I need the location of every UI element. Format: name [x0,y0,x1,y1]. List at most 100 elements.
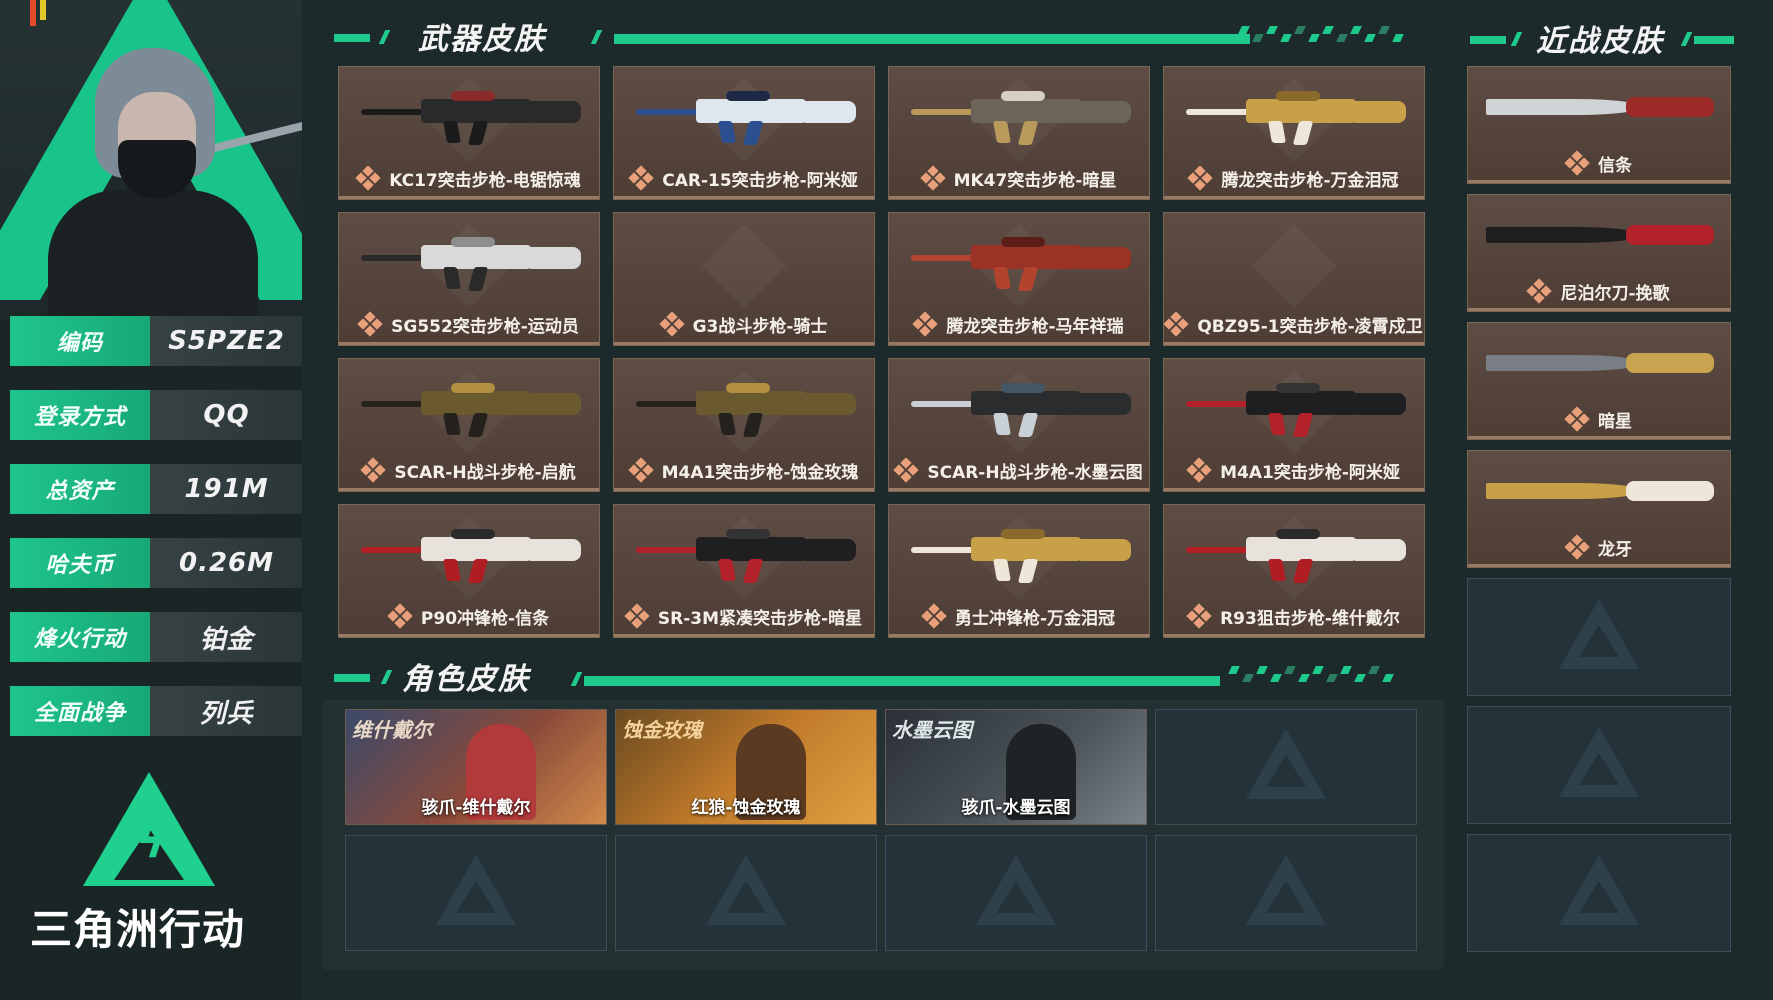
weapon-image [911,91,1131,145]
weapon-skin-card[interactable]: P90冲锋枪-信条 [338,504,600,638]
weapon-image [361,91,581,145]
operator-portrait [0,0,302,320]
weapon-skin-label: G3战斗步枪-骑士 [614,309,874,339]
header-dash-decoration [1228,664,1420,688]
weapons-section-title: 武器皮肤 [418,22,546,57]
stat-value: QQ [150,390,302,440]
rarity-diamond-icon [1564,534,1590,560]
melee-skin-label: 暗星 [1468,405,1730,433]
weapon-image [636,383,856,437]
melee-skin-card[interactable]: 暗星 [1467,322,1731,440]
character-skin-card[interactable]: 水墨云图 骇爪-水墨云图 [885,709,1147,825]
weapon-skin-name: G3战斗步枪-骑士 [692,316,828,337]
weapon-skin-card[interactable]: CAR-15突击步枪-阿米娅 [613,66,875,200]
placeholder-logo-icon [1559,727,1639,797]
weapon-skin-label: SCAR-H战斗步枪-水墨云图 [889,455,1149,485]
rarity-diamond-icon [1186,603,1212,629]
empty-melee-slot [1467,706,1731,824]
lightning-bolt-icon: ϟ [136,814,167,868]
weapon-skin-name: SR-3M紧凑突击步枪-暗星 [657,608,863,629]
placeholder-logo-icon [706,855,786,925]
weapon-skin-label: QBZ95-1突击步枪-凌霄戍卫 [1164,309,1424,339]
melee-skin-label: 尼泊尔刀-挽歌 [1468,277,1730,305]
weapon-image [361,383,581,437]
weapon-skin-card[interactable]: G3战斗步枪-骑士 [613,212,875,346]
weapon-skin-card[interactable]: M4A1突击步枪-阿米娅 [1163,358,1425,492]
weapon-skin-card[interactable]: SCAR-H战斗步枪-启航 [338,358,600,492]
empty-character-slot [1155,835,1417,951]
rarity-diamond-icon [658,311,685,337]
weapon-skin-card[interactable]: 腾龙突击步枪-万金泪冠 [1163,66,1425,200]
header-accent-bar [614,34,1250,44]
weapon-skin-label: KC17突击步枪-电锯惊魂 [339,163,599,193]
rarity-diamond-icon [919,165,946,191]
weapon-skin-card[interactable]: 腾龙突击步枪-马年祥瑞 [888,212,1150,346]
weapon-skin-name: MK47突击步枪-暗星 [953,170,1117,191]
weapon-skin-name: 勇士冲锋枪-万金泪冠 [954,608,1116,629]
stat-label: 登录方式 [10,390,150,440]
character-skin-name: 骇爪-水墨云图 [961,798,1071,818]
header-accent-bar [334,34,370,42]
rarity-diamond-icon [627,457,654,483]
stat-row: 烽火行动 铂金 [10,612,302,662]
profile-panel: 编码 S5PZE2 登录方式 QQ 总资产 191M 哈夫币 0.26M 烽火行动 铂金 全面战争列… [0,0,302,1000]
weapon-image [1186,383,1406,437]
weapon-skin-card[interactable]: SG552突击步枪-运动员 [338,212,600,346]
weapon-image [1186,91,1406,145]
weapon-skin-label: SCAR-H战斗步枪-启航 [339,455,599,485]
empty-character-slot [615,835,877,951]
rarity-diamond-icon [360,457,387,483]
melee-skin-card[interactable]: 信条 [1467,66,1731,184]
character-skin-card[interactable]: 维什戴尔骇爪-维什戴尔 [345,709,607,825]
header-accent-bar [584,676,1220,686]
rarity-diamond-icon [1564,406,1590,432]
knife-image [1486,217,1714,257]
empty-melee-slot [1467,578,1731,696]
weapon-skin-card[interactable]: QBZ95-1突击步枪-凌霄戍卫 [1163,212,1425,346]
stat-value: S5PZE2 [150,316,302,366]
melee-skin-name: 信条 [1598,155,1632,176]
knife-image [1486,345,1714,385]
header-accent-bar [1694,36,1734,44]
weapon-skin-label: 腾龙突击步枪-万金泪冠 [1164,163,1424,193]
rarity-diamond-icon [1164,311,1189,337]
weapon-skin-card[interactable]: R93狙击步枪-维什戴尔 [1163,504,1425,638]
stat-label: 全面战争 [10,686,150,736]
weapon-skin-card[interactable]: MK47突击步枪-暗星 [888,66,1150,200]
stat-value: 列兵 [150,686,302,736]
knife-image [1486,473,1714,513]
weapon-skin-label: MK47突击步枪-暗星 [889,163,1149,193]
weapon-skin-card[interactable]: SCAR-H战斗步枪-水墨云图 [888,358,1150,492]
placeholder-logo-icon [1246,729,1326,799]
character-skin-title: 维什戴尔 [352,718,432,742]
melee-skin-label: 龙牙 [1468,533,1730,561]
stat-value: 191M [150,464,302,514]
placeholder-logo-icon [1559,599,1639,669]
melee-section-title: 近战皮肤 [1536,24,1664,59]
weapon-skin-card[interactable]: 勇士冲锋枪-万金泪冠 [888,504,1150,638]
stat-label: 总资产 [10,464,150,514]
header-dash-decoration [1238,24,1420,48]
weapon-skin-name: P90冲锋枪-信条 [420,608,550,629]
melee-skin-card[interactable]: 尼泊尔刀-挽歌 [1467,194,1731,312]
stat-row: 全面战争 列兵 [10,686,302,736]
weapon-skin-card[interactable]: KC17突击步枪-电锯惊魂 [338,66,600,200]
placeholder-logo-icon [976,855,1056,925]
rarity-diamond-icon [628,165,654,191]
rarity-diamond-icon [921,603,947,629]
weapon-image [361,529,581,583]
character-skin-title: 蚀金玫瑰 [622,718,702,742]
weapon-skin-card[interactable]: M4A1突击步枪-蚀金玫瑰 [613,358,875,492]
weapon-image [911,383,1131,437]
character-skin-name: 骇爪-维什戴尔 [421,798,531,818]
knife-image [1486,89,1714,129]
rarity-diamond-icon [1526,278,1553,304]
rarity-diamond-icon [624,603,650,629]
weapon-skin-label: M4A1突击步枪-蚀金玫瑰 [614,455,874,485]
rarity-diamond-icon [912,311,939,337]
weapon-skin-card[interactable]: SR-3M紧凑突击步枪-暗星 [613,504,875,638]
rarity-diamond-icon [1564,150,1590,176]
character-skin-card[interactable]: 蚀金玫瑰 红狼-蚀金玫瑰 [615,709,877,825]
weapon-skin-label: 腾龙突击步枪-马年祥瑞 [889,309,1149,339]
melee-skin-card[interactable]: 龙牙 [1467,450,1731,568]
